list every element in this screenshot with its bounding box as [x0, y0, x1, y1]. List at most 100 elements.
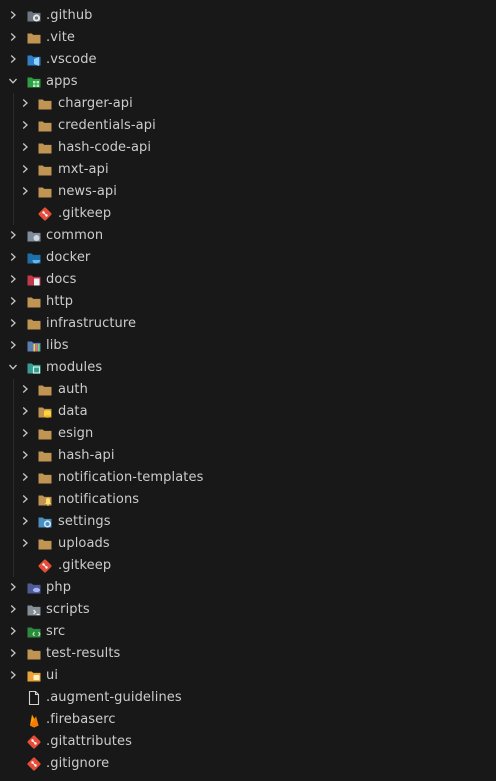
tree-file-item[interactable]: .gitignore [0, 753, 496, 775]
tree-folder-item[interactable]: apps [0, 71, 496, 93]
folder-icon [37, 536, 53, 552]
chevron-right-icon[interactable] [17, 181, 33, 203]
tree-folder-item[interactable]: docker [0, 247, 496, 269]
tree-folder-item[interactable]: data [0, 401, 496, 423]
tree-folder-item[interactable]: auth [0, 379, 496, 401]
chevron-right-icon[interactable] [5, 599, 21, 621]
tree-folder-item[interactable]: scripts [0, 599, 496, 621]
tree-item-label: .gitattributes [46, 734, 132, 749]
chevron-right-icon[interactable] [5, 225, 21, 247]
chevron-down-icon[interactable] [5, 71, 21, 93]
tree-folder-item[interactable]: infrastructure [0, 313, 496, 335]
notifications-folder-icon [37, 492, 53, 508]
ui-folder-icon [26, 668, 42, 684]
folder-icon [37, 184, 53, 200]
tree-folder-item[interactable]: .vite [0, 27, 496, 49]
chevron-right-icon[interactable] [17, 379, 33, 401]
chevron-right-icon[interactable] [5, 665, 21, 687]
tree-folder-item[interactable]: esign [0, 423, 496, 445]
chevron-right-icon[interactable] [5, 621, 21, 643]
tree-file-item[interactable]: .augment-guidelines [0, 687, 496, 709]
tree-folder-item[interactable]: ui [0, 665, 496, 687]
tree-item-label: hash-code-api [58, 140, 152, 155]
tree-folder-item[interactable]: settings [0, 511, 496, 533]
tree-folder-item[interactable]: notification-templates [0, 467, 496, 489]
tree-folder-item[interactable]: http [0, 291, 496, 313]
chevron-right-icon[interactable] [5, 5, 21, 27]
chevron-right-icon[interactable] [5, 335, 21, 357]
tree-file-item[interactable]: .firebaserc [0, 709, 496, 731]
common-folder-icon [26, 228, 42, 244]
chevron-right-icon[interactable] [5, 269, 21, 291]
folder-icon [37, 140, 53, 156]
chevron-right-icon[interactable] [5, 27, 21, 49]
tree-item-label: php [46, 580, 72, 595]
chevron-right-icon[interactable] [5, 643, 21, 665]
chevron-right-icon[interactable] [5, 247, 21, 269]
tree-folder-item[interactable]: .vscode [0, 49, 496, 71]
chevron-right-icon[interactable] [17, 533, 33, 555]
tree-item-label: src [46, 624, 66, 639]
docs-folder-icon [26, 272, 42, 288]
git-file-icon [37, 206, 53, 222]
tree-item-label: scripts [46, 602, 90, 617]
chevron-right-icon[interactable] [17, 445, 33, 467]
tree-file-item[interactable]: .gitkeep [0, 555, 496, 577]
tree-item-label: news-api [58, 184, 117, 199]
tree-folder-item[interactable]: libs [0, 335, 496, 357]
folder-icon [26, 294, 42, 310]
tree-item-label: apps [46, 74, 78, 89]
tree-item-label: charger-api [58, 96, 133, 111]
tree-folder-item[interactable]: mxt-api [0, 159, 496, 181]
chevron-right-icon[interactable] [17, 401, 33, 423]
chevron-down-icon[interactable] [5, 357, 21, 379]
tree-folder-item[interactable]: src [0, 621, 496, 643]
chevron-right-icon[interactable] [17, 511, 33, 533]
chevron-right-icon[interactable] [17, 159, 33, 181]
tree-file-item[interactable]: .gitkeep [0, 203, 496, 225]
tree-file-item[interactable]: .gitattributes [0, 731, 496, 753]
chevron-right-icon[interactable] [17, 115, 33, 137]
tree-folder-item[interactable]: notifications [0, 489, 496, 511]
tree-item-label: .firebaserc [46, 712, 116, 727]
folder-icon [26, 316, 42, 332]
folder-icon [26, 646, 42, 662]
chevron-right-icon[interactable] [17, 93, 33, 115]
vscode-folder-icon [26, 52, 42, 68]
chevron-right-icon[interactable] [5, 577, 21, 599]
tree-item-label: notification-templates [58, 470, 204, 485]
tree-folder-item[interactable]: charger-api [0, 93, 496, 115]
folder-icon [37, 470, 53, 486]
tree-item-label: modules [46, 360, 103, 375]
src-folder-icon [26, 624, 42, 640]
tree-folder-item[interactable]: docs [0, 269, 496, 291]
tree-folder-item[interactable]: news-api [0, 181, 496, 203]
chevron-right-icon[interactable] [17, 467, 33, 489]
chevron-right-icon[interactable] [17, 137, 33, 159]
chevron-right-icon[interactable] [5, 291, 21, 313]
chevron-right-icon[interactable] [5, 49, 21, 71]
tree-item-label: docs [46, 272, 77, 287]
tree-folder-item[interactable]: php [0, 577, 496, 599]
tree-item-label: settings [58, 514, 111, 529]
file-icon [26, 690, 42, 706]
firebase-icon [26, 712, 42, 728]
tree-item-label: .augment-guidelines [46, 690, 182, 705]
folder-icon [37, 382, 53, 398]
tree-folder-item[interactable]: modules [0, 357, 496, 379]
tree-folder-item[interactable]: uploads [0, 533, 496, 555]
tree-item-label: ui [46, 668, 59, 683]
tree-item-label: .vite [46, 30, 76, 45]
indent-guide [13, 93, 14, 225]
tree-folder-item[interactable]: credentials-api [0, 115, 496, 137]
tree-folder-item[interactable]: hash-code-api [0, 137, 496, 159]
tree-folder-item[interactable]: test-results [0, 643, 496, 665]
tree-folder-item[interactable]: hash-api [0, 445, 496, 467]
tree-folder-item[interactable]: common [0, 225, 496, 247]
tree-folder-item[interactable]: .github [0, 5, 496, 27]
libs-folder-icon [26, 338, 42, 354]
chevron-right-icon[interactable] [17, 423, 33, 445]
chevron-right-icon[interactable] [5, 313, 21, 335]
tree-item-label: hash-api [58, 448, 115, 463]
chevron-right-icon[interactable] [17, 489, 33, 511]
